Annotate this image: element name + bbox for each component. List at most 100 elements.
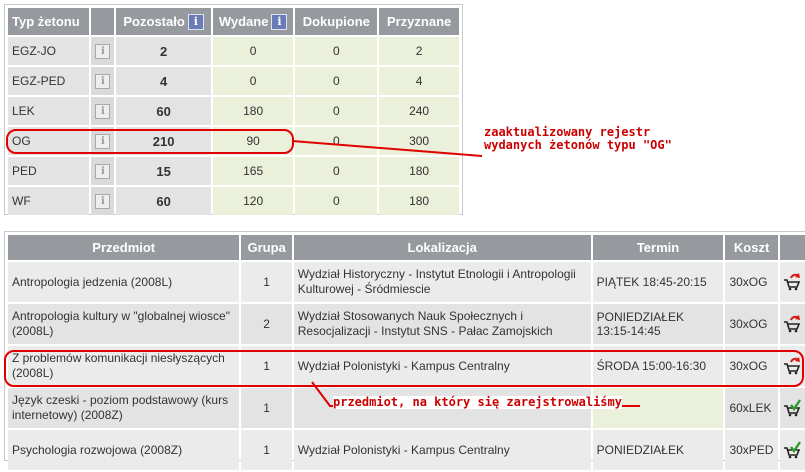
course-row: Antropologia jedzenia (2008L) 1 Wydział … [8,262,805,302]
token-row: LEK i 60 180 0 240 [8,97,459,125]
token-info-cell: i [91,157,115,185]
remaining-info-icon[interactable]: i [187,13,204,30]
course-action-cell [779,388,805,428]
cart-check-icon[interactable] [783,441,802,459]
token-row: EGZ-JO i 2 0 0 2 [8,37,459,65]
token-remaining: 60 [116,97,211,125]
token-granted: 240 [379,97,459,125]
course-action-cell [779,262,805,302]
token-info-cell: i [91,67,115,95]
token-issued: 165 [212,157,294,185]
course-group: 1 [241,388,292,428]
token-remaining: 2 [116,37,211,65]
token-type: LEK [8,97,90,125]
token-row-og: OG i 210 90 0 300 [8,127,459,155]
header-remaining: Pozostało i [116,8,211,35]
course-cost: 60xLEK [725,388,778,428]
token-remaining: 210 [116,127,211,155]
token-row: EGZ-PED i 4 0 0 4 [8,67,459,95]
header-subject: Przedmiot [8,235,240,260]
courses-header-row: Przedmiot Grupa Lokalizacja Termin Koszt [8,235,805,260]
token-info-cell: i [91,97,115,125]
cart-remove-icon[interactable] [783,357,801,375]
info-icon[interactable]: i [95,104,111,119]
token-type: WF [8,187,90,215]
course-note: przedmiot, na który się zarejstrowaliśmy [333,395,622,409]
token-issued: 180 [212,97,294,125]
course-cost: 30xOG [725,304,778,344]
course-cost: 30xPED [725,430,778,470]
token-type: PED [8,157,90,185]
tokens-table: Typ żetonu Pozostało i Wydane i Dokupione … [6,6,461,217]
info-icon[interactable]: i [95,74,111,89]
course-row-registered: Z problemów komunikacji niesłyszących (2… [8,346,805,386]
info-icon[interactable]: i [95,134,111,149]
course-cost: 30xOG [725,346,778,386]
header-token-type: Typ żetonu [8,8,90,35]
course-row: Psychologia rozwojowa (2008Z) 1 Wydział … [8,430,805,470]
header-issued: Wydane i [212,8,294,35]
course-location: Wydział Polonistyki - Kampus Centralny [293,346,591,386]
token-row: WF i 60 120 0 180 [8,187,459,215]
header-info-spacer [91,8,115,35]
register-note: zaaktualizowany rejestr wydanych żetonów… [484,126,672,152]
info-icon[interactable]: i [95,164,111,179]
token-info-cell: i [91,127,115,155]
course-group: 1 [241,262,292,302]
register-note-line2: wydanych żetonów typu "OG" [484,138,672,152]
course-subject: Z problemów komunikacji niesłyszących (2… [8,346,240,386]
tokens-panel: Typ żetonu Pozostało i Wydane i Dokupione … [4,4,463,215]
course-term: PIĄTEK 18:45-20:15 [592,262,724,302]
token-granted: 4 [379,67,459,95]
cart-remove-icon[interactable] [783,315,801,333]
course-term: PONIEDZIAŁEK 13:15-14:45 [592,304,724,344]
course-term: ŚRODA 15:00-16:30 [592,346,724,386]
course-action-cell [779,346,805,386]
course-cost: 30xOG [725,262,778,302]
token-bought: 0 [295,157,378,185]
header-cost: Koszt [725,235,778,260]
course-location: Wydział Historyczny - Instytut Etnologii… [293,262,591,302]
header-remaining-label: Pozostało [123,13,185,29]
token-granted: 2 [379,37,459,65]
token-row: PED i 15 165 0 180 [8,157,459,185]
cart-remove-icon[interactable] [783,273,801,291]
token-bought: 0 [295,187,378,215]
course-subject: Antropologia kultury w "globalnej wiosce… [8,304,240,344]
header-group: Grupa [241,235,292,260]
token-remaining: 4 [116,67,211,95]
token-granted: 180 [379,187,459,215]
course-subject: Psychologia rozwojowa (2008Z) [8,430,240,470]
tokens-header-row: Typ żetonu Pozostało i Wydane i Dokupione … [8,8,459,35]
token-remaining: 60 [116,187,211,215]
token-granted: 180 [379,157,459,185]
info-icon[interactable]: i [95,44,111,59]
issued-info-icon[interactable]: i [271,13,288,30]
token-issued: 0 [212,67,294,95]
token-issued: 120 [212,187,294,215]
token-granted: 300 [379,127,459,155]
header-granted: Przyznane [379,8,459,35]
course-group: 2 [241,304,292,344]
token-bought: 0 [295,97,378,125]
token-remaining: 15 [116,157,211,185]
courses-panel: Przedmiot Grupa Lokalizacja Termin Koszt… [4,231,805,470]
token-bought: 0 [295,37,378,65]
course-subject: Język czeski - poziom podstawowy (kurs i… [8,388,240,428]
course-action-cell [779,430,805,470]
header-issued-label: Wydane [218,13,269,29]
header-location: Lokalizacja [293,235,591,260]
cart-check-icon[interactable] [783,399,802,417]
token-info-cell: i [91,187,115,215]
token-type: EGZ-JO [8,37,90,65]
token-bought: 0 [295,127,378,155]
info-icon[interactable]: i [95,194,111,209]
token-issued: 0 [212,37,294,65]
header-action-spacer [779,235,805,260]
course-location: Wydział Polonistyki - Kampus Centralny [293,430,591,470]
token-info-cell: i [91,37,115,65]
course-row: Antropologia kultury w "globalnej wiosce… [8,304,805,344]
course-location: Wydział Stosowanych Nauk Społecznych i R… [293,304,591,344]
course-group: 1 [241,346,292,386]
header-term: Termin [592,235,724,260]
